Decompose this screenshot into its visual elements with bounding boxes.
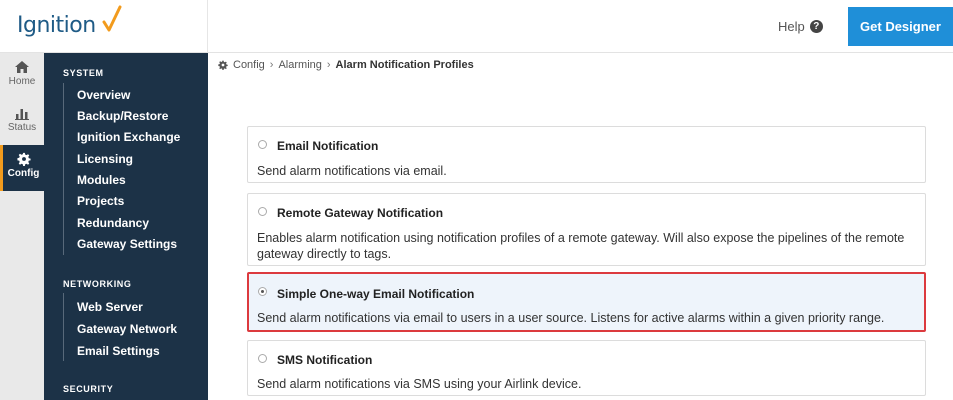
sidebar-item-web-server[interactable]: Web Server bbox=[77, 300, 143, 314]
sidebar-item-email-settings[interactable]: Email Settings bbox=[77, 344, 160, 358]
option-description: Send alarm notifications via email to us… bbox=[257, 311, 885, 325]
radio-button[interactable] bbox=[258, 140, 267, 149]
help-link[interactable]: Help ? bbox=[778, 19, 823, 34]
gear-icon bbox=[16, 152, 31, 166]
logo[interactable]: Ignition bbox=[0, 0, 208, 53]
get-designer-button[interactable]: Get Designer bbox=[848, 7, 953, 46]
config-sidebar: SYSTEM Overview Backup/Restore Ignition … bbox=[44, 53, 208, 400]
option-title: Remote Gateway Notification bbox=[277, 206, 444, 220]
option-description: Enables alarm notification using notific… bbox=[257, 231, 905, 261]
option-description: Send alarm notifications via email. bbox=[257, 164, 447, 178]
sidebar-item-ignition-exchange[interactable]: Ignition Exchange bbox=[77, 130, 180, 144]
sidebar-item-redundancy[interactable]: Redundancy bbox=[77, 216, 149, 230]
sidebar-item-projects[interactable]: Projects bbox=[77, 194, 124, 208]
sidebar-item-gateway-network[interactable]: Gateway Network bbox=[77, 322, 177, 336]
breadcrumb: Config › Alarming › Alarm Notification P… bbox=[218, 59, 474, 71]
question-icon: ? bbox=[809, 20, 823, 33]
chevron-right-icon: › bbox=[326, 59, 331, 71]
option-title: SMS Notification bbox=[277, 353, 373, 367]
sidebar-item-modules[interactable]: Modules bbox=[77, 173, 126, 187]
divider bbox=[63, 293, 64, 361]
option-title: Simple One-way Email Notification bbox=[277, 287, 475, 301]
option-remote-gateway-notification[interactable]: Remote Gateway Notification Enables alar… bbox=[247, 193, 926, 266]
option-sms-notification[interactable]: SMS Notification Send alarm notification… bbox=[247, 340, 926, 396]
sidebar-item-overview[interactable]: Overview bbox=[77, 88, 130, 102]
logo-check-icon bbox=[102, 5, 122, 32]
breadcrumb-alarming[interactable]: Alarming bbox=[278, 59, 321, 71]
chevron-right-icon: › bbox=[269, 59, 274, 71]
rail-label-status: Status bbox=[7, 122, 37, 133]
section-heading-security: SECURITY bbox=[63, 384, 114, 394]
section-heading-system: SYSTEM bbox=[63, 68, 104, 78]
help-label: Help bbox=[778, 19, 805, 34]
gear-icon bbox=[218, 60, 228, 70]
option-email-notification[interactable]: Email Notification Send alarm notificati… bbox=[247, 126, 926, 183]
option-simple-one-way-email-notification[interactable]: Simple One-way Email Notification Send a… bbox=[247, 272, 926, 332]
icon-rail: Home Status Config bbox=[0, 53, 44, 400]
rail-label-home: Home bbox=[8, 76, 36, 87]
breadcrumb-current: Alarm Notification Profiles bbox=[335, 59, 474, 71]
section-heading-networking: NETWORKING bbox=[63, 279, 132, 289]
rail-item-status[interactable]: Status bbox=[0, 99, 44, 145]
sidebar-item-backup-restore[interactable]: Backup/Restore bbox=[77, 109, 168, 123]
option-description: Send alarm notifications via SMS using y… bbox=[257, 377, 582, 391]
rail-label-config: Config bbox=[7, 168, 40, 179]
divider bbox=[63, 83, 64, 255]
radio-button[interactable] bbox=[258, 207, 267, 216]
option-title: Email Notification bbox=[277, 139, 379, 153]
home-icon bbox=[15, 61, 29, 73]
rail-item-config[interactable]: Config bbox=[0, 145, 44, 191]
sidebar-item-licensing[interactable]: Licensing bbox=[77, 152, 133, 166]
radio-button-checked[interactable] bbox=[258, 287, 267, 296]
top-header: Ignition Help ? Get Designer bbox=[0, 0, 953, 53]
bar-chart-icon bbox=[15, 109, 29, 120]
breadcrumb-config[interactable]: Config bbox=[233, 59, 265, 71]
sidebar-item-gateway-settings[interactable]: Gateway Settings bbox=[77, 237, 177, 251]
radio-button[interactable] bbox=[258, 354, 267, 363]
rail-item-home[interactable]: Home bbox=[0, 53, 44, 99]
logo-text: Ignition bbox=[17, 13, 96, 38]
